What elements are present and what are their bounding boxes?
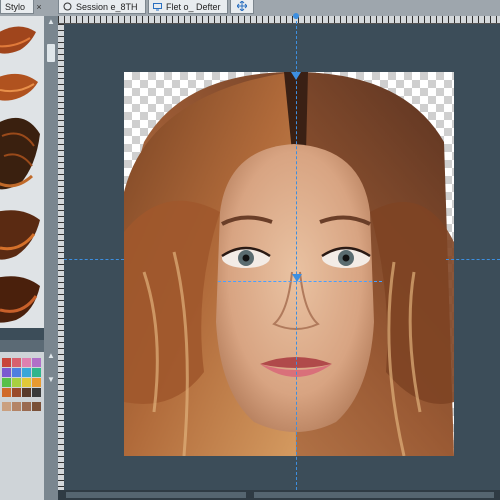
hair-brush-5[interactable] xyxy=(0,276,40,323)
color-swatch[interactable] xyxy=(32,368,41,377)
color-swatch[interactable] xyxy=(32,388,41,397)
status-bar xyxy=(58,490,500,500)
brush-presets xyxy=(0,26,40,323)
color-swatch[interactable] xyxy=(12,378,21,387)
swatches-header xyxy=(0,340,44,352)
scroll-down-icon[interactable]: ▼ xyxy=(47,376,55,384)
circle-icon xyxy=(63,2,72,11)
scroll-up-icon[interactable]: ▲ xyxy=(47,18,55,26)
vertical-ruler[interactable] xyxy=(58,24,64,500)
skin-swatch[interactable] xyxy=(2,402,11,411)
tab-stylo-label: Stylo xyxy=(5,1,26,12)
tab-flet-defter[interactable]: Flet o_ Defter xyxy=(148,0,228,14)
portrait-image xyxy=(124,72,454,456)
panel-scrollbar[interactable]: ▲ ▲ ▼ xyxy=(44,16,58,500)
color-swatch[interactable] xyxy=(2,358,11,367)
skin-swatch[interactable] xyxy=(22,402,31,411)
horizontal-guide-right[interactable] xyxy=(446,259,500,260)
color-swatch[interactable] xyxy=(12,358,21,367)
swatch-grid xyxy=(2,358,42,498)
guide-handle-top-icon[interactable] xyxy=(291,12,301,20)
brush-panel xyxy=(0,16,44,328)
horizontal-ruler[interactable] xyxy=(58,16,500,24)
color-swatch[interactable] xyxy=(2,378,11,387)
hair-brush-2[interactable] xyxy=(0,73,38,101)
color-swatch[interactable] xyxy=(32,358,41,367)
color-swatch[interactable] xyxy=(22,378,31,387)
color-swatch[interactable] xyxy=(22,358,31,367)
tab-bar: Stylo × Session e_8TH Flet o_ Defter xyxy=(0,0,500,17)
skin-swatch[interactable] xyxy=(32,402,41,411)
color-swatch[interactable] xyxy=(12,388,21,397)
scroll-thumb[interactable] xyxy=(47,44,55,62)
skin-swatch[interactable] xyxy=(12,402,21,411)
color-swatch[interactable] xyxy=(2,368,11,377)
status-segment-2 xyxy=(254,492,494,498)
status-segment xyxy=(66,492,246,498)
hair-brush-3[interactable] xyxy=(0,117,40,190)
color-swatch[interactable] xyxy=(32,378,41,387)
color-swatch[interactable] xyxy=(2,388,11,397)
tab-stylo[interactable]: Stylo xyxy=(0,0,34,14)
horizontal-guide-left[interactable] xyxy=(64,259,124,260)
color-swatch[interactable] xyxy=(22,388,31,397)
swatches-panel xyxy=(0,340,44,500)
hair-brush-1[interactable] xyxy=(0,26,36,54)
monitor-icon xyxy=(153,2,162,11)
guide-intersection-icon[interactable] xyxy=(291,273,303,283)
hair-brush-4[interactable] xyxy=(0,210,40,260)
tab-move[interactable] xyxy=(230,0,254,14)
tab-flet-defter-label: Flet o_ Defter xyxy=(166,1,221,12)
color-swatch[interactable] xyxy=(22,368,31,377)
close-icon[interactable]: × xyxy=(34,2,44,12)
tab-session-label: Session e_8TH xyxy=(76,1,138,12)
guide-arrow-down-icon[interactable] xyxy=(290,70,302,82)
vertical-guide[interactable] xyxy=(296,16,297,500)
color-swatch[interactable] xyxy=(12,368,21,377)
move-icon xyxy=(236,0,248,13)
tab-session[interactable]: Session e_8TH xyxy=(58,0,146,14)
scroll-up-icon-2[interactable]: ▲ xyxy=(47,352,55,360)
image-canvas[interactable] xyxy=(124,72,454,456)
